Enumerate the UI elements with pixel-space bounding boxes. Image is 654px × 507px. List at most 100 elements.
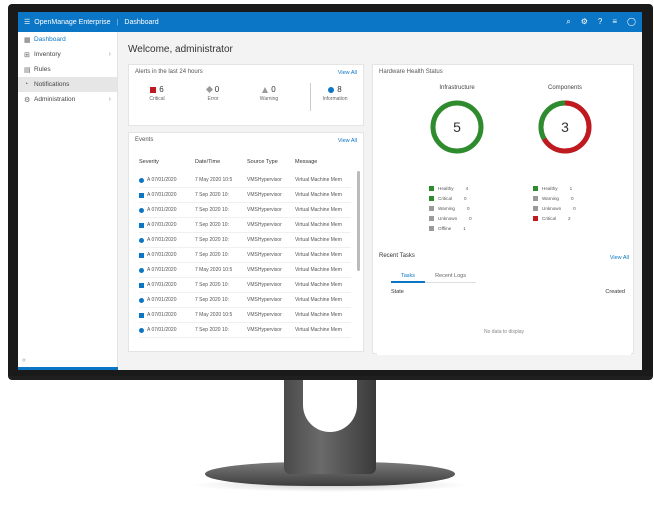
main-content: Welcome, administrator Alerts in the las…: [118, 32, 642, 370]
column-header[interactable]: State: [391, 289, 404, 295]
cell-text: A 07/01/2020: [147, 207, 177, 213]
infrastructure-title: Infrastructure: [439, 85, 475, 91]
table-row[interactable]: A 07/01/2020 7 May 2020 10:5 VMSHypervisor…: [139, 308, 351, 323]
events-view-all-link[interactable]: View All: [338, 138, 357, 144]
sidebar-item-administration[interactable]: ⚙ Administration ›: [18, 92, 117, 107]
screen: ☰ OpenManage Enterprise | Dashboard ⌕ ⚙ …: [18, 12, 642, 370]
legend-label: Critical: [438, 195, 453, 201]
legend-value: 1: [463, 225, 466, 231]
settings-icon[interactable]: ≡: [612, 17, 617, 27]
infrastructure-donut[interactable]: 5: [427, 97, 487, 157]
events-table-header: Severity Date/Time Source Type Message: [139, 159, 351, 165]
collapse-sidebar-icon[interactable]: «: [22, 357, 26, 364]
events-scrollbar[interactable]: [357, 171, 360, 271]
column-header[interactable]: Created: [605, 289, 625, 295]
legend-item[interactable]: Healthy 4: [429, 183, 472, 193]
cell-text: A 07/01/2020: [147, 282, 177, 288]
table-row[interactable]: A 07/01/2020 7 Sep 2020 10: VMSHypervisor V…: [139, 278, 351, 293]
cell-severity: A 07/01/2020: [139, 237, 195, 243]
legend-item[interactable]: Warning 0: [429, 203, 472, 213]
legend-swatch: [429, 185, 434, 191]
cell-message: Virtual Machine Mem: [295, 312, 342, 318]
tasks-title: Recent Tasks: [379, 253, 415, 259]
cell-source: VMSHypervisor: [247, 282, 282, 288]
legend-label: Unknown: [438, 215, 458, 221]
donut-total: 3: [561, 119, 569, 135]
app-title: OpenManage Enterprise: [34, 18, 111, 26]
error-icon: [205, 85, 213, 94]
info-icon: [139, 222, 144, 228]
topbar-icons: ⌕ ⚙ ? ≡ ◯: [566, 17, 636, 27]
warning-icon: [262, 86, 269, 93]
table-row[interactable]: A 07/01/2020 7 May 2020 10:5 VMSHypervisor…: [139, 173, 351, 188]
info-icon: [139, 192, 144, 198]
help-icon[interactable]: ?: [598, 17, 602, 27]
alert-information[interactable]: 8 Information: [315, 85, 355, 102]
legend-item[interactable]: Critical 0: [429, 193, 472, 203]
column-header[interactable]: Source Type: [247, 159, 295, 165]
tasks-view-all-link[interactable]: View All: [610, 255, 629, 261]
recent-tasks-panel: Recent Tasks View All Tasks Recent Logs …: [377, 247, 631, 355]
cell-severity: A 07/01/2020: [139, 207, 195, 213]
table-row[interactable]: A 07/01/2020 7 Sep 2020 10: VMSHypervisor V…: [139, 293, 351, 308]
legend-item[interactable]: Unknown 0: [429, 213, 472, 223]
events-title: Events: [135, 137, 154, 143]
cell-severity: A 07/01/2020: [139, 312, 195, 318]
table-row[interactable]: A 07/01/2020 7 Sep 2020 10: VMSHypervisor V…: [139, 203, 351, 218]
sidebar-item-label: Inventory: [34, 51, 61, 58]
legend-label: Unknown: [542, 205, 562, 211]
alert-error[interactable]: 0 Error: [193, 85, 233, 102]
events-table-body: A 07/01/2020 7 May 2020 10:5 VMSHypervisor…: [139, 173, 351, 338]
tab-tasks[interactable]: Tasks: [391, 271, 426, 283]
column-header[interactable]: Severity: [139, 159, 195, 165]
cell-severity: A 07/01/2020: [139, 252, 195, 258]
admin-icon: ⚙: [24, 96, 31, 104]
alerts-view-all-link[interactable]: View All: [338, 70, 357, 76]
legend-item[interactable]: Offline 1: [429, 223, 472, 233]
alert-warning[interactable]: 0 Warning: [249, 85, 289, 102]
legend-value: 0: [573, 205, 576, 211]
alert-critical[interactable]: 6 Critical: [137, 85, 177, 102]
legend-value: 2: [568, 215, 571, 221]
table-row[interactable]: A 07/01/2020 7 Sep 2020 10: VMSHypervisor V…: [139, 218, 351, 233]
tab-recent-logs[interactable]: Recent Logs: [425, 271, 476, 283]
alert-count: 0: [214, 85, 220, 94]
sidebar-item-inventory[interactable]: ⊞ Inventory ›: [18, 47, 117, 62]
column-header[interactable]: Message: [295, 159, 351, 165]
sidebar-item-label: Notifications: [34, 81, 70, 88]
cell-text: A 07/01/2020: [147, 237, 177, 243]
search-icon[interactable]: ⌕: [566, 17, 570, 27]
sidebar-item-rules[interactable]: ▤ Rules: [18, 62, 117, 77]
legend-item[interactable]: Healthy 1: [533, 183, 576, 193]
legend-swatch: [429, 195, 434, 201]
legend-item[interactable]: Critical 2: [533, 213, 576, 223]
table-row[interactable]: A 07/01/2020 7 May 2020 10:5 VMSHypervisor…: [139, 263, 351, 278]
cell-datetime: 7 Sep 2020 10:: [195, 207, 229, 213]
user-icon[interactable]: ◯: [627, 17, 636, 27]
legend-swatch: [533, 195, 538, 201]
table-row[interactable]: A 07/01/2020 7 Sep 2020 10: VMSHypervisor V…: [139, 248, 351, 263]
cell-text: A 07/01/2020: [147, 267, 177, 273]
monitor-bezel: ☰ OpenManage Enterprise | Dashboard ⌕ ⚙ …: [8, 4, 653, 376]
cell-datetime: 7 Sep 2020 10:: [195, 192, 229, 198]
info-icon: [139, 327, 144, 333]
sidebar-item-label: Rules: [34, 66, 51, 73]
table-row[interactable]: A 07/01/2020 7 Sep 2020 10: VMSHypervisor V…: [139, 188, 351, 203]
table-row[interactable]: A 07/01/2020 7 Sep 2020 10: VMSHypervisor V…: [139, 323, 351, 338]
cell-datetime: 7 Sep 2020 10:: [195, 327, 229, 333]
table-row[interactable]: A 07/01/2020 7 Sep 2020 10: VMSHypervisor V…: [139, 233, 351, 248]
sidebar-item-notifications[interactable]: ◔ Notifications: [18, 77, 117, 92]
menu-icon[interactable]: ☰: [24, 18, 30, 26]
cell-text: A 07/01/2020: [147, 192, 177, 198]
legend-item[interactable]: Warning 0: [533, 193, 576, 203]
jobs-icon[interactable]: ⚙: [581, 17, 588, 27]
components-donut[interactable]: 3: [535, 97, 595, 157]
cell-datetime: 7 Sep 2020 10:: [195, 237, 229, 243]
legend-item[interactable]: Unknown 0: [533, 203, 576, 213]
sidebar-item-label: Dashboard: [34, 36, 66, 43]
column-header[interactable]: Date/Time: [195, 159, 247, 165]
donut-total: 5: [453, 119, 461, 135]
cell-datetime: 7 May 2020 10:5: [195, 177, 233, 183]
cell-datetime: 7 Sep 2020 10:: [195, 252, 229, 258]
sidebar-item-dashboard[interactable]: ▦ Dashboard: [18, 32, 117, 47]
